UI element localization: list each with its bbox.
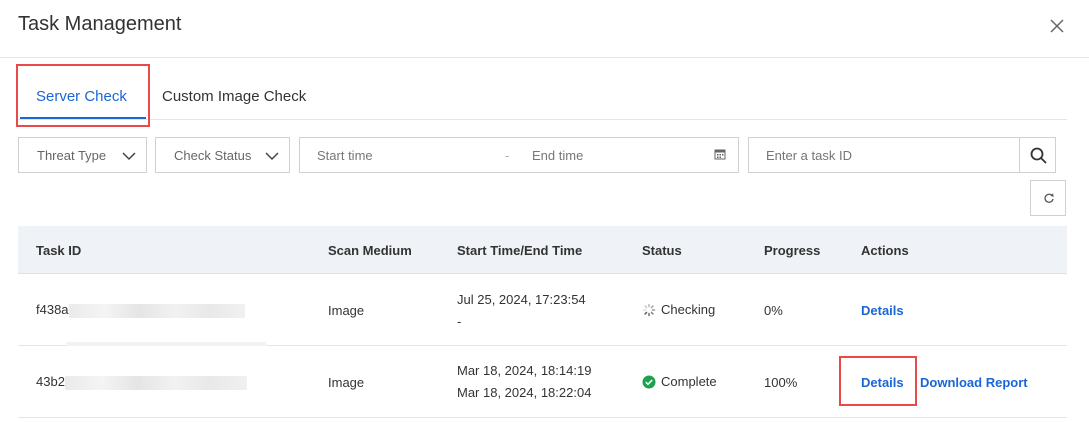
threat-type-label: Threat Type [37,148,107,163]
calendar-icon[interactable] [714,148,726,163]
table-header: Task ID Scan Medium Start Time/End Time … [18,226,1067,274]
header-task-id: Task ID [36,243,82,258]
redacted-id [68,303,245,318]
search-button[interactable] [1019,137,1056,173]
faded-divider [66,342,266,346]
end-time-cell: Mar 18, 2024, 18:22:04 [457,385,592,400]
check-status-label: Check Status [174,148,252,163]
status-cell: Complete [642,374,717,389]
progress-cell: 100% [764,375,798,390]
scan-medium-cell: Image [328,303,365,318]
filter-bar: Threat Type Check Status Start time - En… [0,137,1089,173]
dialog-header: Task Management [0,0,1089,58]
table-row: f438a Image Jul 25, 2024, 17:23:54 - Che… [18,274,1067,346]
refresh-button[interactable] [1030,180,1066,216]
redacted-id [64,375,247,390]
highlight-box-details [839,356,917,406]
dialog-title: Task Management [18,13,182,35]
header-start-end-time: Start Time/End Time [457,243,583,258]
start-time-input[interactable]: Start time [317,148,373,163]
start-time-cell: Mar 18, 2024, 18:14:19 [457,363,592,378]
tab-bar: Server Check Custom Image Check [18,68,1067,120]
end-time-cell: - [457,314,462,329]
scan-medium-cell: Image [328,375,365,390]
highlight-box-tab [16,64,150,127]
task-id-text: f438a [36,302,69,317]
task-id-text: 43b2 [36,374,65,389]
task-id-cell: 43b2 [36,374,247,390]
task-id-search-field[interactable] [748,137,1020,173]
status-text: Checking [661,302,716,317]
status-text: Complete [661,374,717,389]
chevron-down-icon [265,149,279,166]
range-separator: - [505,148,510,163]
header-scan-medium: Scan Medium [328,243,412,258]
tab-custom-image-check[interactable]: Custom Image Check [162,88,306,105]
details-link[interactable]: Details [861,303,904,318]
threat-type-select[interactable]: Threat Type [18,137,147,173]
refresh-icon [1044,193,1054,203]
download-report-link[interactable]: Download Report [920,375,1028,390]
spinner-icon [642,303,656,316]
search-icon [1030,147,1047,164]
header-status: Status [642,243,682,258]
task-id-search-input[interactable] [749,138,1019,172]
progress-cell: 0% [764,303,783,318]
chevron-down-icon [122,149,136,166]
start-time-cell: Jul 25, 2024, 17:23:54 [457,292,586,307]
check-status-select[interactable]: Check Status [155,137,290,173]
task-id-cell: f438a [36,302,245,318]
close-icon[interactable] [1046,15,1068,37]
date-range-picker[interactable]: Start time - End time [299,137,739,173]
check-circle-icon [642,375,656,388]
status-cell: Checking [642,302,715,317]
header-progress: Progress [764,243,821,258]
end-time-input[interactable]: End time [532,148,583,163]
header-actions: Actions [861,243,909,258]
